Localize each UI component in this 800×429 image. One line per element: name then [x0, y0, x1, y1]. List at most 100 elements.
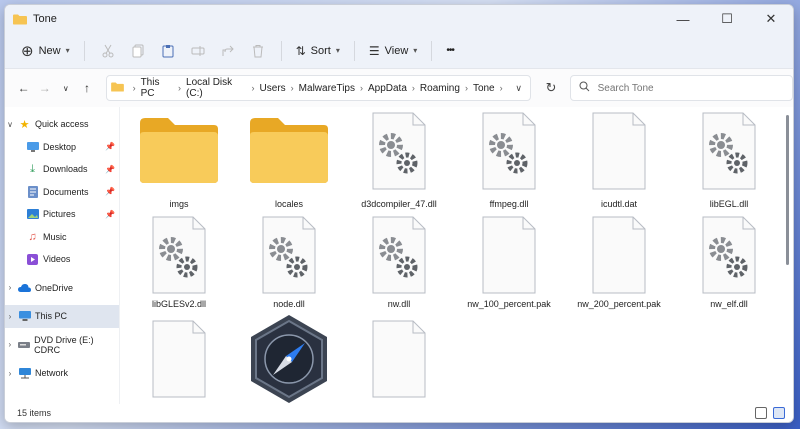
sidebar-item-music[interactable]: ♫ Music — [5, 226, 119, 249]
file-item[interactable]: icudtl.dat — [565, 111, 673, 221]
chevron-down-icon: ▾ — [335, 46, 340, 55]
file-item[interactable]: nw.dll — [345, 215, 453, 325]
folder-icon — [140, 118, 218, 183]
file-item[interactable] — [125, 319, 233, 414]
file-item[interactable]: imgs — [125, 111, 233, 221]
sidebar-item-label: Pictures — [43, 209, 76, 220]
paste-icon[interactable] — [153, 38, 183, 64]
file-item[interactable]: ffmpeg.dll — [455, 111, 563, 221]
sidebar-item-onedrive[interactable]: › OneDrive — [5, 277, 119, 300]
divider — [83, 40, 85, 61]
breadcrumb-item[interactable]: This PC — [141, 77, 173, 99]
sidebar-item-documents[interactable]: Documents 📌 — [5, 181, 119, 204]
folder-icon — [13, 14, 27, 25]
dll-gear-file-icon — [482, 112, 536, 190]
pin-icon: 📌 — [105, 187, 115, 197]
search-input[interactable] — [597, 82, 778, 94]
breadcrumb-item[interactable]: Users — [260, 83, 286, 94]
item-count: 15 items — [17, 408, 52, 418]
recent-chevron-icon[interactable]: ∨ — [55, 75, 76, 101]
new-label: New — [38, 44, 61, 57]
share-icon[interactable] — [213, 38, 243, 64]
sidebar-item-label: Videos — [43, 254, 71, 265]
compass-app-icon — [251, 315, 327, 403]
file-item[interactable]: nw_100_percent.pak — [455, 215, 563, 325]
breadcrumb-separator-icon: › — [132, 83, 136, 93]
delete-icon[interactable] — [243, 38, 273, 64]
view-button[interactable]: ☰ View ▾ — [363, 38, 423, 64]
sidebar-item-label: Network — [35, 368, 69, 379]
maximize-button[interactable]: ☐ — [705, 5, 749, 33]
breadcrumb-item[interactable]: AppData — [368, 83, 407, 94]
file-item[interactable]: locales — [235, 111, 343, 221]
breadcrumb-item[interactable]: MalwareTips — [299, 83, 355, 94]
vertical-scrollbar[interactable] — [786, 115, 789, 265]
file-name: nw_100_percent.pak — [467, 299, 551, 309]
dvd-icon — [17, 339, 31, 350]
music-icon: ♫ — [28, 230, 37, 243]
chevron-right-icon[interactable]: › — [5, 312, 15, 321]
cloud-icon — [18, 282, 31, 293]
file-item[interactable] — [345, 319, 453, 414]
divider — [280, 40, 282, 61]
breadcrumb-separator-icon: › — [411, 83, 415, 93]
new-button[interactable]: ⊕ New ▾ — [15, 38, 76, 64]
videos-icon — [26, 253, 39, 265]
sidebar-item-quick-access[interactable]: ∨ ★ Quick access — [5, 113, 119, 136]
address-bar[interactable]: › This PC › Local Disk (C:) › Users › Malwar… — [105, 75, 531, 101]
address-history-chevron-icon[interactable]: ∨ — [508, 83, 530, 94]
sidebar-item-videos[interactable]: Videos — [5, 248, 119, 271]
breadcrumb-item[interactable]: Local Disk (C:) — [186, 77, 247, 99]
sort-button[interactable]: ⇅ Sort ▾ — [290, 38, 346, 64]
file-name: node.dll — [273, 299, 305, 309]
sidebar-item-downloads[interactable]: ⤓ Downloads 📌 — [5, 158, 119, 181]
breadcrumb-separator-icon: › — [499, 83, 503, 93]
pin-icon: 📌 — [105, 209, 115, 219]
blank-file-icon — [592, 216, 646, 294]
file-item[interactable]: libEGL.dll — [675, 111, 783, 221]
breadcrumb-item[interactable]: Roaming — [420, 83, 460, 94]
more-options-button[interactable]: ••• — [440, 38, 460, 64]
refresh-icon[interactable]: ↻ — [539, 75, 564, 101]
chevron-right-icon[interactable]: › — [5, 340, 15, 349]
close-button[interactable]: ✕ — [749, 5, 793, 33]
sidebar-item-this-pc[interactable]: › This PC — [5, 305, 119, 328]
chevron-right-icon[interactable]: › — [5, 283, 15, 292]
details-view-icon[interactable] — [755, 407, 767, 419]
file-item[interactable]: node.dll — [235, 215, 343, 325]
up-arrow-icon[interactable]: ↑ — [76, 75, 97, 101]
network-icon — [18, 367, 31, 379]
file-item[interactable]: nw_elf.dll — [675, 215, 783, 325]
tiles-view-icon[interactable] — [773, 407, 785, 419]
file-name: icudtl.dat — [600, 199, 638, 209]
blank-file-icon — [152, 320, 206, 398]
forward-arrow-icon[interactable]: → — [34, 75, 55, 101]
blank-file-icon — [592, 112, 646, 190]
file-item[interactable]: nw_200_percent.pak — [565, 215, 673, 325]
file-item[interactable]: d3dcompiler_47.dll — [345, 111, 453, 221]
file-name: nw_200_percent.pak — [577, 299, 661, 309]
sidebar-item-dvd-drive[interactable]: › DVD Drive (E:) CDRC — [5, 334, 119, 357]
copy-icon[interactable] — [123, 38, 153, 64]
file-item[interactable]: libGLESv2.dll — [125, 215, 233, 325]
cut-icon[interactable] — [93, 38, 123, 64]
sidebar-item-network[interactable]: › Network — [5, 362, 119, 385]
file-name: imgs — [169, 199, 189, 209]
chevron-right-icon[interactable]: › — [5, 369, 15, 378]
search-box[interactable] — [569, 75, 793, 101]
more-icon: ••• — [446, 45, 454, 56]
sidebar-item-desktop[interactable]: Desktop 📌 — [5, 136, 119, 159]
minimize-button[interactable]: — — [661, 5, 705, 33]
download-icon: ⤓ — [30, 162, 35, 175]
window-title: Tone — [33, 13, 57, 25]
folder-icon — [250, 118, 328, 183]
breadcrumb-item[interactable]: Tone — [473, 83, 495, 94]
dll-gear-file-icon — [702, 112, 756, 190]
chevron-down-icon[interactable]: ∨ — [5, 120, 15, 129]
back-arrow-icon[interactable]: ← — [13, 75, 34, 101]
dll-gear-file-icon — [372, 216, 426, 294]
file-item[interactable] — [235, 313, 343, 408]
sidebar-item-pictures[interactable]: Pictures 📌 — [5, 203, 119, 226]
command-bar: ⊕ New ▾ ⇅ Sort ▾ ☰ View ▾ ••• — [5, 33, 793, 69]
rename-icon[interactable] — [183, 38, 213, 64]
